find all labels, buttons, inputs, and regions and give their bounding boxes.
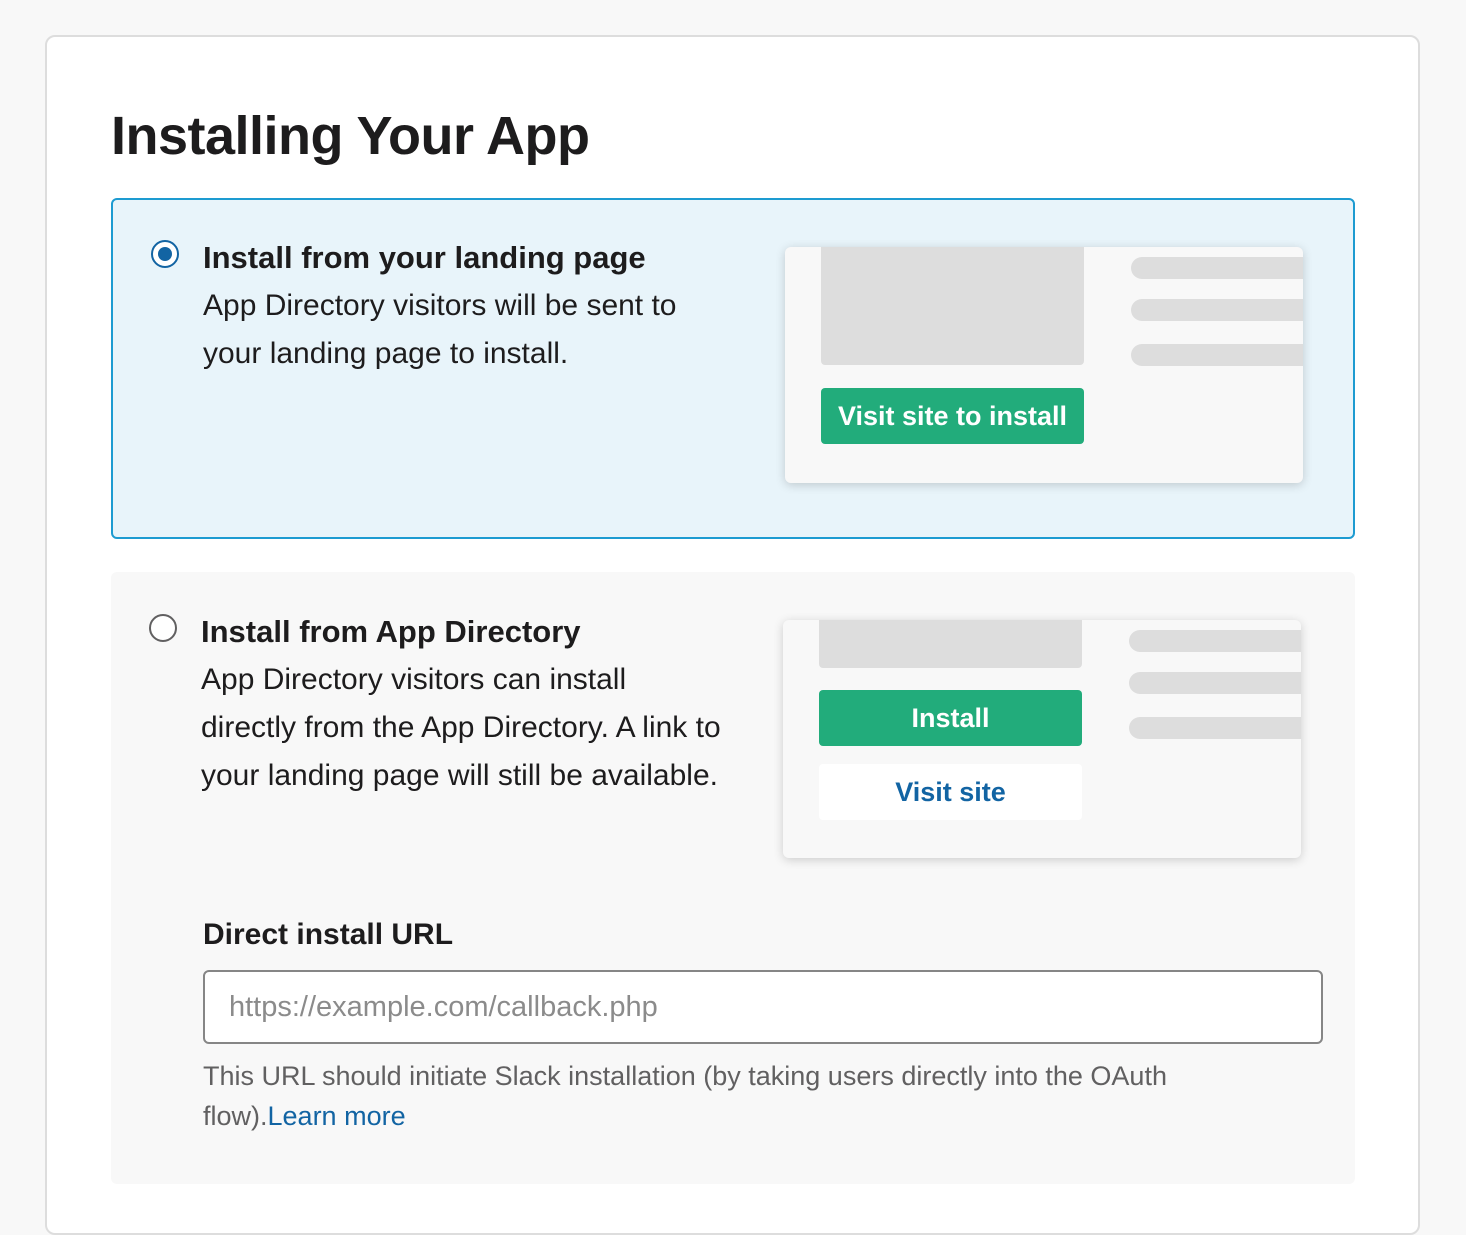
option-install-app-directory[interactable]: Install from App Directory App Directory… — [111, 572, 1355, 1184]
placeholder-line — [1131, 344, 1303, 366]
direct-install-help-text: This URL should initiate Slack installat… — [203, 1056, 1263, 1136]
option-description: App Directory visitors will be sent to y… — [203, 289, 677, 370]
placeholder-image-block — [821, 247, 1084, 365]
radio-install-app-directory[interactable] — [149, 614, 177, 642]
option-title: Install from App Directory — [201, 614, 581, 649]
page-title: Installing Your App — [111, 106, 590, 166]
learn-more-link[interactable]: Learn more — [268, 1101, 406, 1131]
install-settings-card: Installing Your App Install from your la… — [45, 35, 1420, 1235]
option-description: App Directory visitors can install direc… — [201, 663, 721, 792]
preview-visit-site-button: Visit site — [819, 764, 1082, 820]
app-directory-preview-illustration: Install Visit site — [783, 620, 1301, 858]
placeholder-line — [1129, 672, 1301, 694]
landing-page-preview-illustration: Visit site to install — [785, 247, 1303, 483]
option-text: Install from App Directory App Directory… — [201, 608, 721, 800]
option-title: Install from your landing page — [203, 240, 646, 275]
option-install-landing-page[interactable]: Install from your landing page App Direc… — [111, 198, 1355, 539]
option-text: Install from your landing page App Direc… — [203, 234, 723, 378]
placeholder-line — [1131, 299, 1303, 321]
placeholder-line — [1131, 257, 1303, 279]
preview-visit-site-to-install-button: Visit site to install — [821, 388, 1084, 444]
placeholder-line — [1129, 717, 1301, 739]
preview-install-button: Install — [819, 690, 1082, 746]
radio-install-landing-page[interactable] — [151, 240, 179, 268]
direct-install-url-input[interactable] — [203, 970, 1323, 1044]
direct-install-url-label: Direct install URL — [203, 918, 454, 951]
placeholder-image-block — [819, 620, 1082, 668]
placeholder-line — [1129, 630, 1301, 652]
